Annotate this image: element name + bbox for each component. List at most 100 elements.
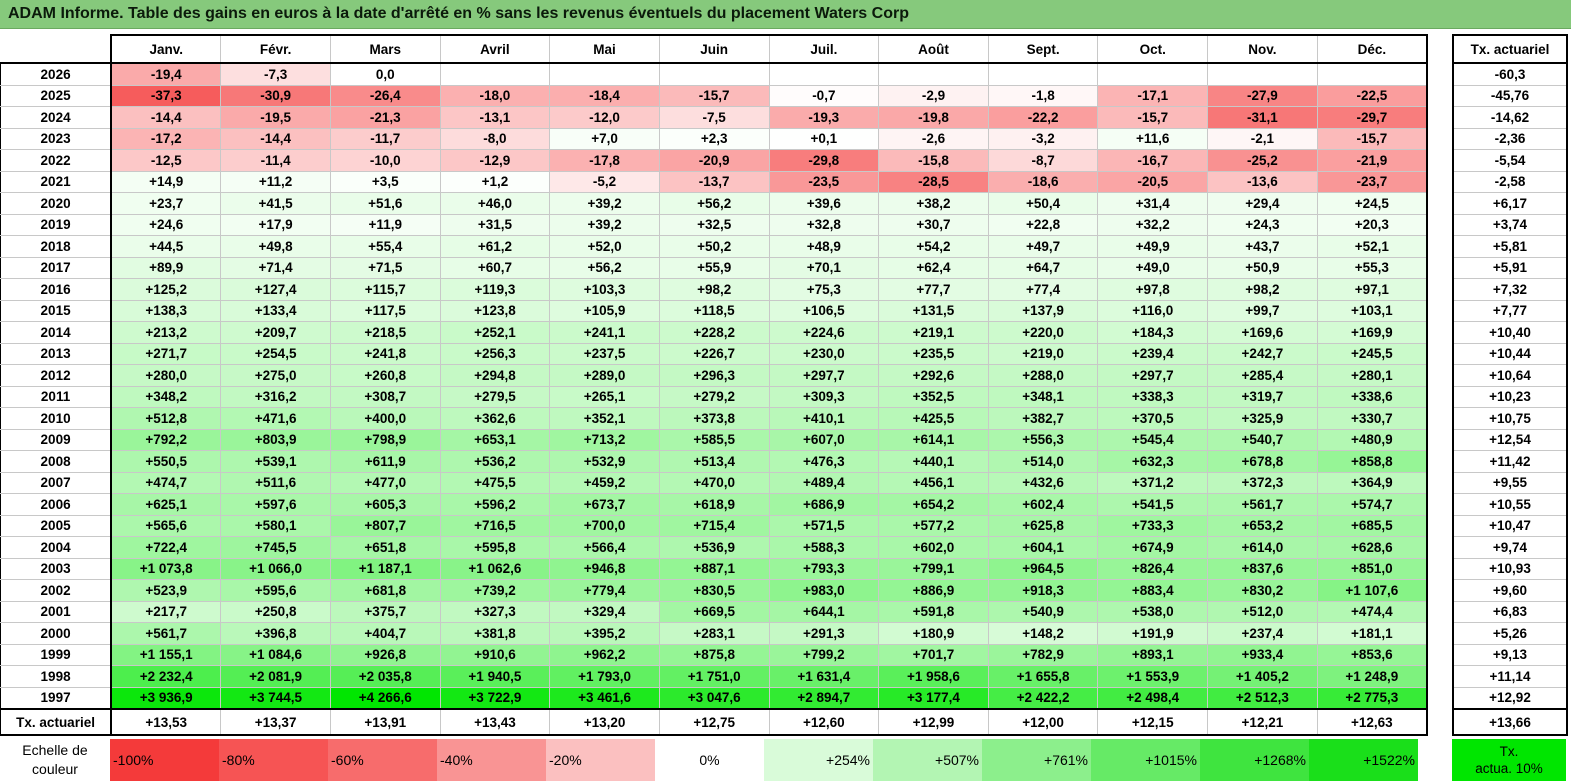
year-label: 2011 (0, 385, 113, 408)
gain-cell: +118,5 (658, 299, 770, 322)
table-row: 2014 +213,2 +209,7 +218,5 +252,1 +241,1 +228,2… (0, 321, 1428, 344)
rate-header: Tx. actuariel (1452, 34, 1568, 64)
color-scale-swatch: +761% (982, 739, 1091, 781)
gain-cell: +362,6 (439, 407, 551, 430)
gain-cell: +471,6 (220, 407, 331, 430)
year-label: 2004 (0, 536, 113, 559)
gain-cell: +271,7 (110, 342, 222, 365)
gain-cell: +550,5 (110, 450, 222, 473)
gain-cell: +375,7 (329, 600, 441, 623)
gain-cell: +3 461,6 (549, 686, 660, 710)
gain-cell: +20,3 (1316, 213, 1428, 236)
gain-cell: +275,0 (220, 364, 331, 387)
gain-cell: +1 655,8 (987, 665, 1099, 688)
gain-cell: -11,7 (329, 127, 441, 150)
gain-cell: +50,2 (658, 235, 770, 258)
gain-cell: +22,8 (987, 213, 1099, 236)
gain-cell: +99,7 (1207, 299, 1318, 322)
gain-cell: +64,7 (987, 256, 1099, 279)
year-label: 2000 (0, 622, 113, 645)
gain-cell: +830,2 (1207, 579, 1318, 602)
month-header: Févr. (220, 34, 331, 64)
table-row: 2005 +565,6 +580,1 +807,7 +716,5 +700,0 +715,4… (0, 514, 1428, 537)
gain-cell: +41,5 (220, 192, 331, 215)
gain-cell: -21,9 (1316, 149, 1428, 172)
gain-cell: +46,0 (439, 192, 551, 215)
gain-cell: -3,2 (987, 127, 1099, 150)
gain-cell: +338,3 (1097, 385, 1209, 408)
year-label: 2008 (0, 450, 113, 473)
color-scale-swatch: +1522% (1309, 739, 1418, 781)
gain-cell: +565,6 (110, 514, 222, 537)
gain-cell: +933,4 (1207, 643, 1318, 666)
gain-cell: +396,8 (220, 622, 331, 645)
gain-cell: +52,1 (1316, 235, 1428, 258)
gain-cell: -7,3 (220, 62, 331, 86)
gain-cell: +348,2 (110, 385, 222, 408)
gain-cell: +1 062,6 (439, 557, 551, 580)
gain-cell: +228,2 (658, 321, 770, 344)
gain-cell: +325,9 (1207, 407, 1318, 430)
year-label: 2003 (0, 557, 113, 580)
gain-cell: -21,3 (329, 106, 441, 129)
gain-cell: +97,1 (1316, 278, 1428, 301)
gain-cell: +886,9 (878, 579, 989, 602)
gain-cell: +115,7 (329, 278, 441, 301)
gain-cell: -2,6 (878, 127, 989, 150)
gain-cell: +595,6 (220, 579, 331, 602)
gain-cell: +31,5 (439, 213, 551, 236)
month-header: Juil. (768, 34, 880, 64)
gain-cell: +220,0 (987, 321, 1099, 344)
gain-cell: -17,2 (110, 127, 222, 150)
table-row: 1998 +2 232,4 +2 081,9 +2 035,8 +1 940,5 +1 7… (0, 665, 1428, 688)
gain-cell: +49,8 (220, 235, 331, 258)
gain-cell: -23,7 (1316, 170, 1428, 193)
gain-cell: +597,6 (220, 493, 331, 516)
gain-cell: +11,9 (329, 213, 441, 236)
gain-cell: -15,7 (1097, 106, 1209, 129)
gain-cell: +561,7 (110, 622, 222, 645)
gain-cell: +32,5 (658, 213, 770, 236)
rate-cell: +9,13 (1452, 643, 1568, 666)
gain-cell: +596,2 (439, 493, 551, 516)
table-row: 2006 +625,1 +597,6 +605,3 +596,2 +673,7 +618,9… (0, 493, 1428, 516)
table-row: 2017 +89,9 +71,4 +71,5 +60,7 +56,2 +55,9 +70,1 +… (0, 256, 1428, 279)
gain-cell: +574,7 (1316, 493, 1428, 516)
gain-cell: +585,5 (658, 428, 770, 451)
gain-cell: +545,4 (1097, 428, 1209, 451)
gain-cell: -13,7 (658, 170, 770, 193)
year-label: 2022 (0, 149, 113, 172)
rate-cell: +10,44 (1452, 342, 1568, 365)
footer-label: Tx. actuariel (0, 708, 113, 736)
gain-cell: +71,4 (220, 256, 331, 279)
rate-cell: +10,93 (1452, 557, 1568, 580)
gain-cell: -2,9 (878, 84, 989, 107)
gain-cell: +116,0 (1097, 299, 1209, 322)
rate-cell: +10,40 (1452, 321, 1568, 344)
gain-cell: +239,4 (1097, 342, 1209, 365)
gain-cell: +654,2 (878, 493, 989, 516)
gain-cell: +77,7 (878, 278, 989, 301)
gain-cell: +169,9 (1316, 321, 1428, 344)
gain-cell: -20,5 (1097, 170, 1209, 193)
gain-cell: +400,0 (329, 407, 441, 430)
gain-cell: +89,9 (110, 256, 222, 279)
gain-cell: +169,6 (1207, 321, 1318, 344)
rate-cell: +10,64 (1452, 364, 1568, 387)
gain-cell: +686,9 (768, 493, 880, 516)
gain-cell: +2 035,8 (329, 665, 441, 688)
rate-cell: +11,42 (1452, 450, 1568, 473)
gain-cell: +242,7 (1207, 342, 1318, 365)
gain-cell: +674,9 (1097, 536, 1209, 559)
gain-cell: +614,0 (1207, 536, 1318, 559)
year-label: 1997 (0, 686, 113, 710)
gain-cell: +425,5 (878, 407, 989, 430)
gain-cell: +125,2 (110, 278, 222, 301)
gain-cell: +614,1 (878, 428, 989, 451)
month-header: Juin (658, 34, 770, 64)
gain-cell: +97,8 (1097, 278, 1209, 301)
gain-cell: +49,7 (987, 235, 1099, 258)
gain-cell: +3 177,4 (878, 686, 989, 710)
gain-cell: +291,3 (768, 622, 880, 645)
gain-cell: +3 744,5 (220, 686, 331, 710)
